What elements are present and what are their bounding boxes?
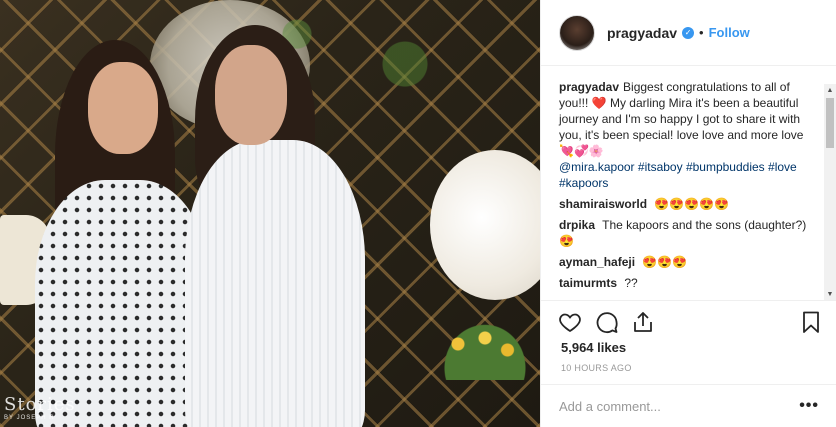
post-timestamp[interactable]: 10 HOURS AGO — [561, 363, 632, 373]
flower-pot — [440, 320, 530, 380]
watermark-subtext: BY JOSEPH R — [4, 415, 55, 421]
hashtag-link[interactable]: #kapoors — [559, 176, 608, 190]
woman-left-face — [88, 62, 158, 154]
woman-right-dress — [185, 140, 365, 427]
comment-author[interactable]: ayman_hafeji — [559, 255, 635, 269]
avatar[interactable] — [559, 14, 595, 51]
comment-text: 😍😍😍 — [642, 255, 688, 269]
verified-badge-icon: ✓ — [682, 26, 695, 39]
comments-list[interactable]: pragyadav Biggest congratulations to all … — [541, 67, 836, 300]
watermark-text: Stories — [4, 394, 76, 415]
caption-author[interactable]: pragyadav — [559, 80, 619, 94]
woman-right-face — [215, 45, 287, 145]
comment-bubble-icon[interactable] — [595, 310, 619, 334]
comment-text: 😍😍😍😍😍 — [654, 197, 730, 211]
post-photo[interactable]: Stories BY JOSEPH R — [0, 0, 540, 427]
comments-scrollbar[interactable]: ▲ ▼ — [824, 84, 836, 300]
heart-emoji-icon: ❤️ — [591, 96, 607, 110]
header-separator: • — [699, 25, 704, 40]
scrollbar-thumb[interactable] — [826, 98, 834, 148]
add-comment-input[interactable] — [559, 398, 800, 414]
action-bar — [541, 300, 836, 340]
caption: pragyadav Biggest congratulations to all … — [559, 79, 815, 191]
comment-item: ayman_hafeji 😍😍😍 — [559, 254, 815, 270]
comment-text: ?? — [624, 276, 638, 290]
comment-author[interactable]: shamiraisworld — [559, 197, 647, 211]
likes-count[interactable]: 5,964 likes — [561, 340, 626, 355]
comment-item: taimurmts ?? — [559, 275, 815, 291]
comment-text: The kapoors and the sons (daughter?)😍 — [559, 218, 807, 248]
post-side-panel: pragyadav ✓ • Follow pragyadav Biggest co… — [540, 0, 836, 427]
comment-item: shamiraisworld 😍😍😍😍😍 — [559, 196, 815, 212]
comment-item: drpika The kapoors and the sons (daughte… — [559, 217, 815, 249]
add-comment-bar: ••• — [541, 384, 836, 427]
photo-watermark: Stories BY JOSEPH R — [4, 394, 76, 421]
love-emojis-icon: 💘💞🌸 — [559, 144, 604, 158]
hashtag-link[interactable]: #bumpbuddies — [686, 160, 765, 174]
more-options-icon[interactable]: ••• — [799, 397, 819, 415]
woman-left-dress — [35, 180, 210, 427]
scroll-up-arrow-icon[interactable]: ▲ — [824, 84, 836, 96]
share-icon[interactable] — [631, 310, 655, 334]
bookmark-icon[interactable] — [799, 310, 823, 334]
header-username[interactable]: pragyadav — [607, 25, 677, 41]
hashtag-link[interactable]: #love — [768, 160, 797, 174]
hashtag-link[interactable]: #itsaboy — [638, 160, 683, 174]
comment-author[interactable]: taimurmts — [559, 276, 617, 290]
like-heart-icon[interactable] — [558, 310, 582, 334]
comment-author[interactable]: drpika — [559, 218, 595, 232]
follow-button[interactable]: Follow — [709, 25, 750, 40]
post-header: pragyadav ✓ • Follow — [541, 0, 836, 66]
mention-link[interactable]: @mira.kapoor — [559, 160, 635, 174]
scroll-down-arrow-icon[interactable]: ▼ — [824, 288, 836, 300]
